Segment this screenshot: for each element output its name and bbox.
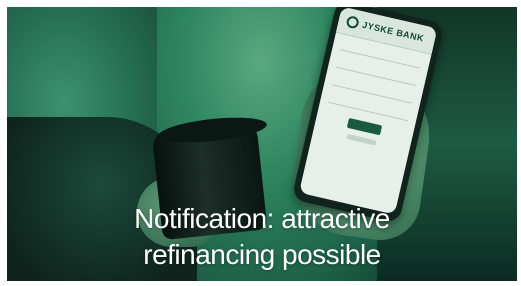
bank-logo-icon [345, 15, 360, 30]
caption-line-1: Notification: attractive [134, 203, 390, 234]
login-form [312, 33, 432, 159]
login-button [346, 117, 383, 136]
form-footer [346, 133, 377, 146]
caption-line-2: refinancing possible [143, 239, 381, 270]
image-frame: JYSKE BANK Notification: attractive refi… [0, 0, 521, 286]
promo-photo: JYSKE BANK Notification: attractive refi… [7, 7, 517, 281]
notification-caption: Notification: attractive refinancing pos… [7, 201, 517, 273]
